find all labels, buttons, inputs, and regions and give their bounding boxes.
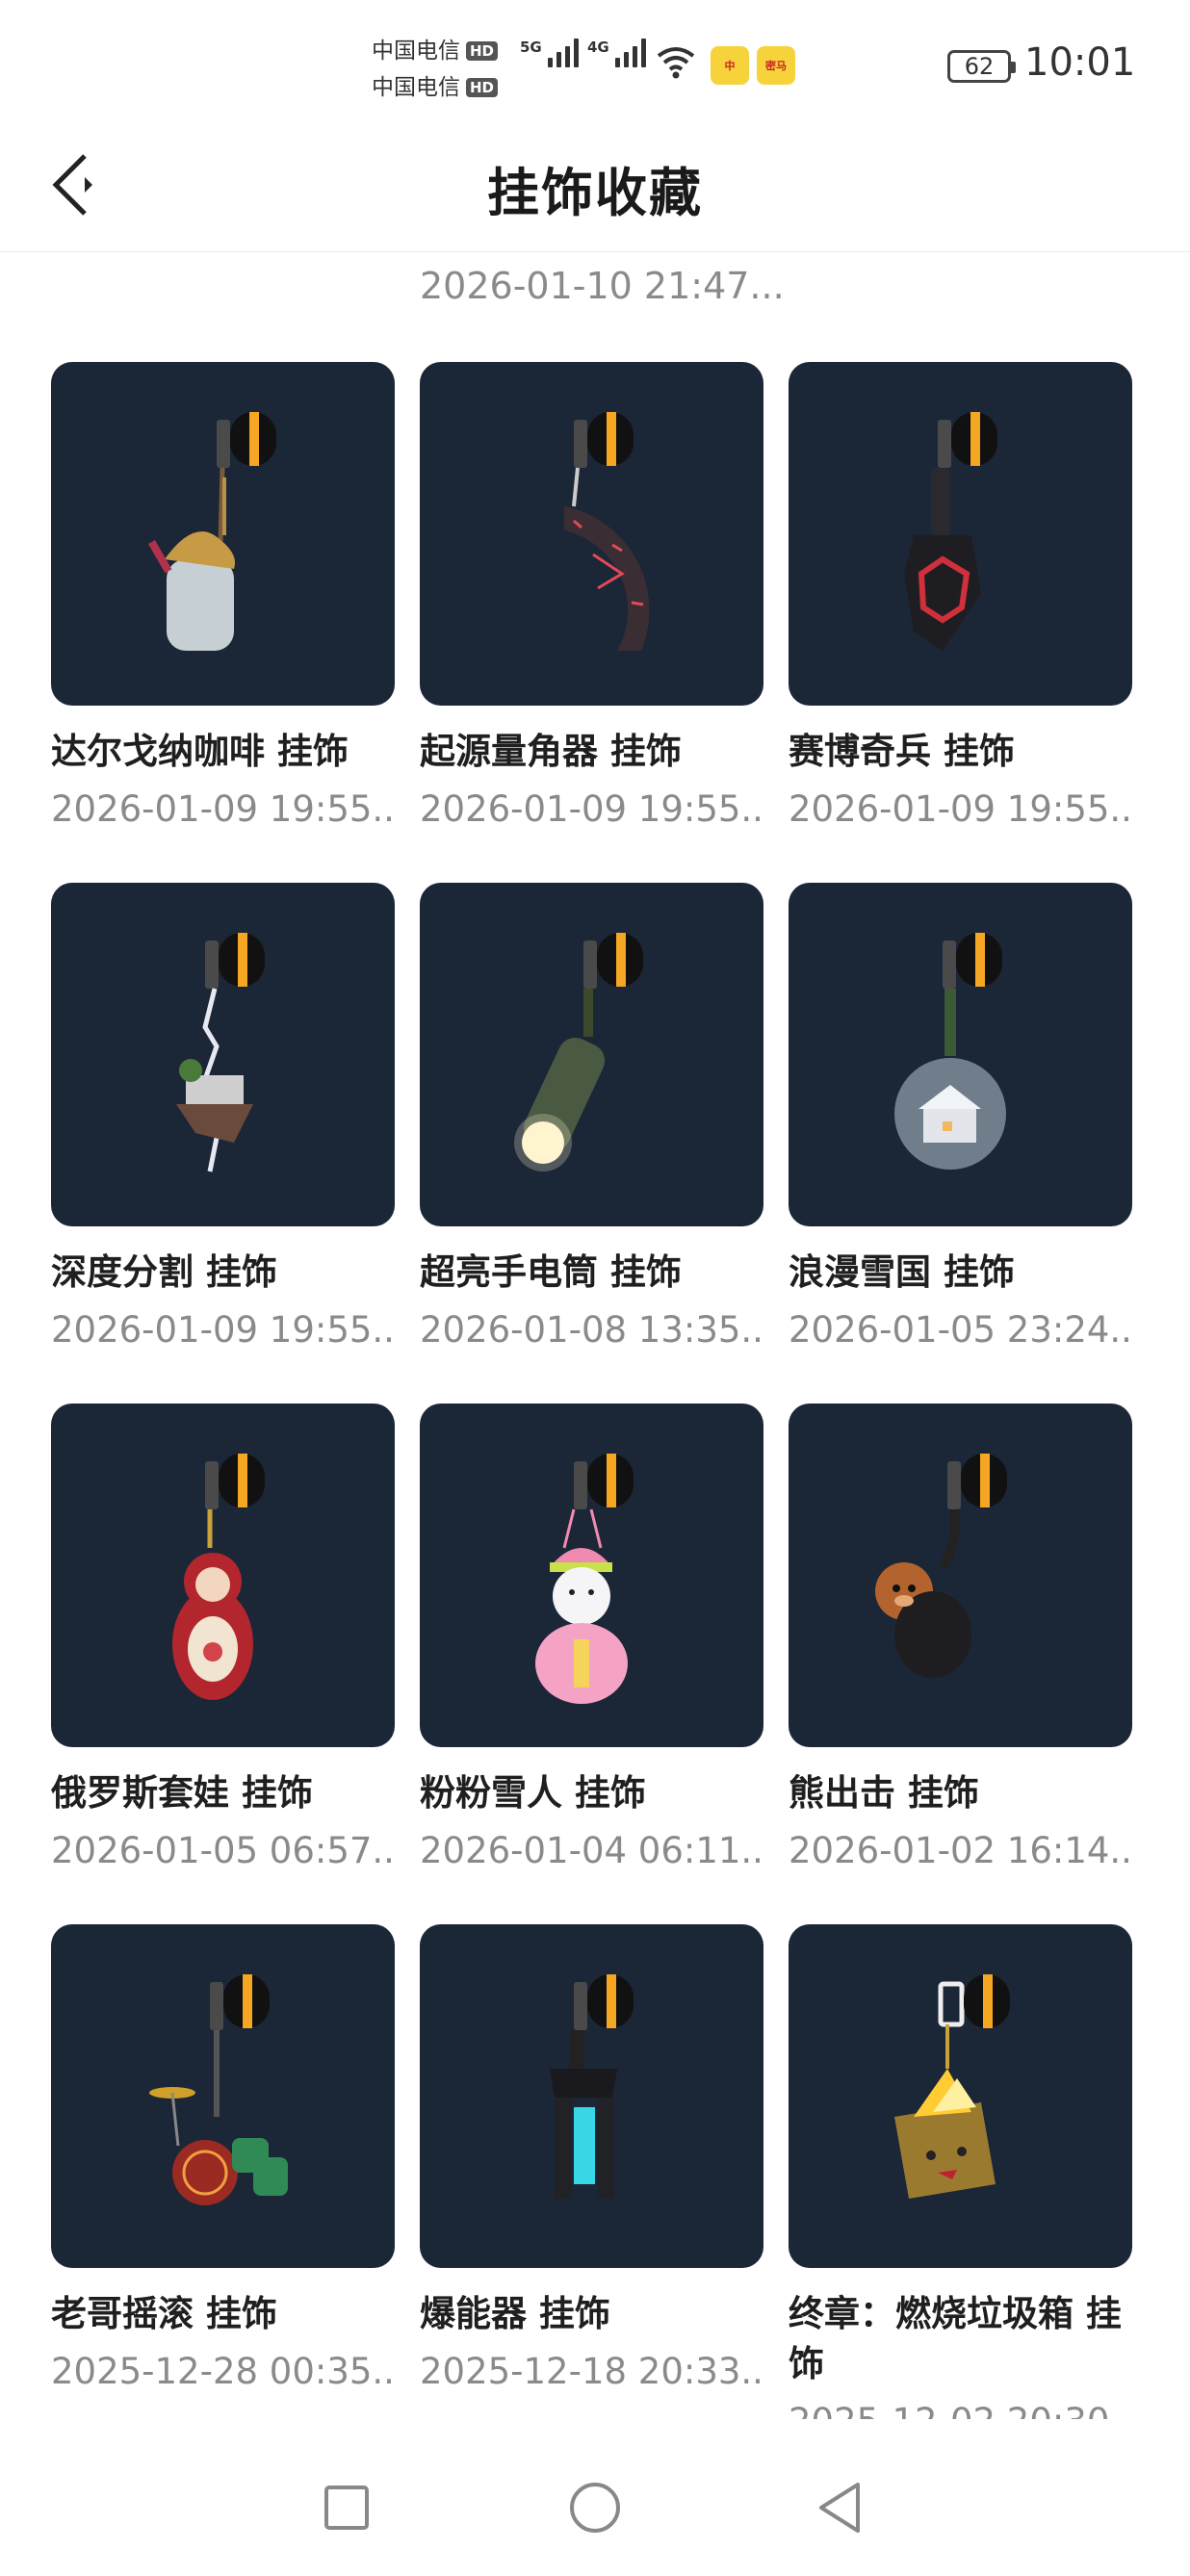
charm-date: 2026-01-09 19:55... xyxy=(789,788,1132,830)
charm-thumbnail xyxy=(789,1404,1132,1747)
charm-thumbnail xyxy=(51,883,395,1226)
battery-level: 62 xyxy=(964,53,995,80)
charm-card[interactable]: 熊出击 挂饰 2026-01-02 16:14... xyxy=(789,1404,1132,1924)
charm-name: 达尔戈纳咖啡 挂饰 xyxy=(51,731,349,772)
charm-date: 2026-01-09 19:55... xyxy=(51,1309,395,1351)
charm-date: 2026-01-08 13:35... xyxy=(420,1309,763,1351)
charm-name: 浪漫雪国 挂饰 xyxy=(789,1251,1015,1293)
recent-apps-button[interactable] xyxy=(313,2474,380,2541)
system-back-button[interactable] xyxy=(807,2474,874,2541)
charm-name: 熊出击 挂饰 xyxy=(789,1772,979,1814)
wifi-icon xyxy=(657,47,695,79)
triangle-back-icon xyxy=(819,2483,860,2533)
app-notification-icon: 密马 xyxy=(757,46,795,85)
charm-date: 2026-01-05 23:24... xyxy=(789,1309,1132,1351)
charm-name: 终章：燃烧垃圾箱 挂饰 xyxy=(789,2293,1122,2384)
charm-date: 2026-01-02 16:14... xyxy=(789,1830,1132,1871)
charm-collection-list[interactable]: 2026-01-10 21:47... 达尔戈纳咖啡 挂饰 2026-01-09… xyxy=(0,253,1190,2419)
system-navigation-bar xyxy=(0,2445,1190,2576)
charm-card[interactable]: 深度分割 挂饰 2026-01-09 19:55... xyxy=(51,883,395,1404)
circle-icon xyxy=(570,2483,620,2533)
signal-5g-icon: 5G xyxy=(520,39,579,67)
charm-name: 老哥摇滚 挂饰 xyxy=(51,2293,277,2334)
charm-thumbnail xyxy=(51,362,395,706)
signal-4g-icon: 4G xyxy=(587,39,646,67)
charm-thumbnail xyxy=(789,883,1132,1226)
charm-thumbnail xyxy=(420,1924,763,2268)
protractor-charm-icon xyxy=(564,412,650,651)
home-button[interactable] xyxy=(561,2474,629,2541)
charm-thumbnail xyxy=(420,362,763,706)
charm-name: 起源量角器 挂饰 xyxy=(420,731,682,772)
charm-date: 2025-12-18 20:33... xyxy=(420,2351,763,2392)
snow-globe-charm-icon xyxy=(894,933,1006,1170)
charm-card[interactable]: 起源量角器 挂饰 2026-01-09 19:55... xyxy=(420,362,763,883)
charm-date: 2026-01-05 06:57... xyxy=(51,1830,395,1871)
app-notification-icon: 中 xyxy=(711,46,749,85)
coffee-cup-charm-icon xyxy=(148,412,276,651)
hd-badge: HD xyxy=(466,78,499,97)
nav-bar: 挂饰收藏 xyxy=(0,125,1190,252)
charm-thumbnail xyxy=(789,1924,1132,2268)
charm-thumbnail xyxy=(420,883,763,1226)
charm-thumbnail xyxy=(789,362,1132,706)
charm-card[interactable]: 爆能器 挂饰 2025-12-18 20:33... xyxy=(420,1924,763,2419)
drum-kit-charm-icon xyxy=(149,1974,288,2205)
charm-name: 赛博奇兵 挂饰 xyxy=(789,731,1015,772)
charm-name: 粉粉雪人 挂饰 xyxy=(420,1772,646,1814)
charm-grid: 达尔戈纳咖啡 挂饰 2026-01-09 19:55... 起源量角器 挂饰 2… xyxy=(51,362,1133,2419)
charm-card[interactable]: 俄罗斯套娃 挂饰 2026-01-05 06:57... xyxy=(51,1404,395,1924)
charm-thumbnail xyxy=(51,1404,395,1747)
charm-card[interactable]: 赛博奇兵 挂饰 2026-01-09 19:55... xyxy=(789,362,1132,883)
bear-charm-icon xyxy=(875,1454,1007,1678)
charm-card[interactable]: 超亮手电筒 挂饰 2026-01-08 13:35... xyxy=(420,883,763,1404)
charm-thumbnail xyxy=(51,1924,395,2268)
hd-badge: HD xyxy=(466,41,499,61)
partial-item-date: 2026-01-10 21:47... xyxy=(420,265,785,307)
charm-date: 2026-01-09 19:55... xyxy=(420,788,763,830)
charm-name: 深度分割 挂饰 xyxy=(51,1251,277,1293)
charm-card[interactable]: 终章：燃烧垃圾箱 挂饰 2025-12-02 20:30... xyxy=(789,1924,1132,2419)
charm-card[interactable]: 老哥摇滚 挂饰 2025-12-28 00:35... xyxy=(51,1924,395,2419)
charm-name: 超亮手电筒 挂饰 xyxy=(420,1251,682,1293)
floating-island-charm-icon xyxy=(176,933,265,1172)
flashlight-charm-icon xyxy=(514,933,643,1172)
cyber-shield-charm-icon xyxy=(904,412,997,651)
blaster-charm-icon xyxy=(550,1974,634,2199)
carrier-info: 中国电信 HD 中国电信 HD xyxy=(372,33,499,106)
status-bar: 中国电信 HD 中国电信 HD 5G 4G 中 密马 62 10:01 xyxy=(0,0,1190,125)
carrier-1: 中国电信 xyxy=(372,39,460,64)
square-icon xyxy=(324,2486,369,2530)
charm-date: 2025-12-02 20:30... xyxy=(789,2399,1132,2419)
burning-trash-box-charm-icon xyxy=(894,1974,1010,2199)
charm-name: 俄罗斯套娃 挂饰 xyxy=(51,1772,313,1814)
charm-card[interactable]: 粉粉雪人 挂饰 2026-01-04 06:11... xyxy=(420,1404,763,1924)
charm-date: 2026-01-09 19:55... xyxy=(51,788,395,830)
clock: 10:01 xyxy=(1024,40,1136,85)
battery-icon: 62 xyxy=(947,50,1016,83)
charm-date: 2026-01-04 06:11... xyxy=(420,1830,763,1871)
charm-thumbnail xyxy=(420,1404,763,1747)
snowman-charm-icon xyxy=(535,1454,634,1704)
page-title: 挂饰收藏 xyxy=(487,163,703,223)
carrier-2: 中国电信 xyxy=(372,75,460,100)
charm-date: 2025-12-28 00:35... xyxy=(51,2351,395,2392)
charm-card[interactable]: 浪漫雪国 挂饰 2026-01-05 23:24... xyxy=(789,883,1132,1404)
matryoshka-charm-icon xyxy=(172,1454,265,1700)
charm-name: 爆能器 挂饰 xyxy=(420,2293,610,2334)
charm-card[interactable]: 达尔戈纳咖啡 挂饰 2026-01-09 19:55... xyxy=(51,362,395,883)
